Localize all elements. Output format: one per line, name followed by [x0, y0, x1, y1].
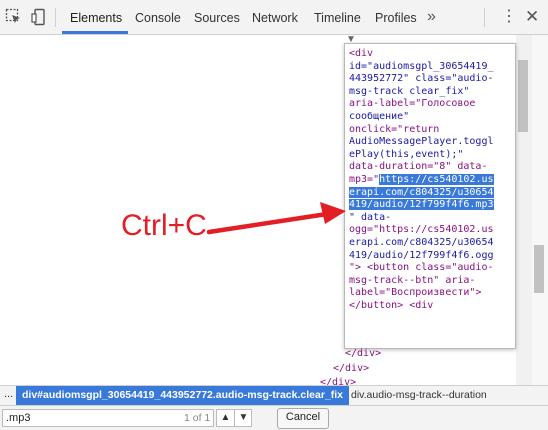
- search-bar: .mp3 1 of 1 ▲ ▼ Cancel: [0, 405, 548, 430]
- tab-timeline[interactable]: Timeline: [314, 11, 361, 25]
- search-input[interactable]: .mp3: [2, 409, 214, 427]
- more-options-icon[interactable]: ⋮: [501, 9, 517, 25]
- breadcrumb-item[interactable]: div.audio-msg-track--duration: [351, 386, 487, 405]
- breadcrumb-overflow[interactable]: ...: [4, 388, 13, 400]
- previous-match-button[interactable]: ▲: [217, 410, 234, 426]
- annotation-label: Ctrl+C: [121, 209, 207, 242]
- tab-elements[interactable]: Elements: [70, 11, 122, 25]
- code-line: ogg="https://cs540102.us: [349, 224, 494, 236]
- code-line: ePlay(this,event);": [349, 148, 464, 160]
- search-nav-group: ▲ ▼: [216, 409, 252, 427]
- code-line: aria-label="Голосовое: [349, 98, 476, 110]
- breadcrumb-item-active[interactable]: div#audiomsgpl_30654419_443952772.audio-…: [16, 386, 350, 405]
- code-line: " data-: [349, 211, 392, 223]
- next-match-button[interactable]: ▼: [234, 410, 252, 426]
- code-line: </div>: [333, 363, 370, 374]
- cancel-button[interactable]: Cancel: [277, 408, 329, 429]
- selected-code-line: erapi.com/c804325/u30654: [349, 186, 494, 198]
- code-line: 443952772" class="audio-: [349, 73, 494, 85]
- more-tabs-icon[interactable]: »: [427, 8, 436, 26]
- tab-profiles[interactable]: Profiles: [375, 11, 417, 25]
- panel-scrollbar-thumb[interactable]: [518, 60, 528, 132]
- tab-console[interactable]: Console: [135, 11, 181, 25]
- device-mode-icon[interactable]: [30, 8, 48, 26]
- toolbar-divider: [484, 8, 485, 27]
- code-line: id="audiomsgpl_30654419_: [349, 60, 494, 72]
- code-line: onclick="return: [349, 123, 440, 135]
- devtools-toolbar: Elements Console Sources Network Timelin…: [0, 0, 548, 35]
- code-line: msg-track clear_fix": [349, 85, 470, 97]
- code-line: 419/audio/12f799f4f6.ogg: [349, 249, 494, 261]
- inspect-element-icon[interactable]: [5, 8, 23, 26]
- code-line: </button> <div: [349, 299, 434, 311]
- code-line: data-duration="8" data-: [349, 161, 488, 173]
- outer-scrollbar-thumb[interactable]: [534, 245, 544, 293]
- close-devtools-icon[interactable]: ✕: [525, 7, 539, 27]
- selected-code-line: mp3="https://cs540102.us: [349, 173, 494, 185]
- tab-sources[interactable]: Sources: [194, 11, 240, 25]
- match-count: 1 of 1: [184, 412, 211, 424]
- code-line: erapi.com/c804325/u30654: [349, 236, 494, 248]
- active-tab-indicator: [62, 31, 128, 34]
- html-code-text[interactable]: <div id="audiomsgpl_30654419_ 443952772"…: [349, 48, 513, 312]
- annotation-arrow-icon: [206, 202, 346, 235]
- code-line: "> <button class="audio-: [349, 262, 494, 274]
- code-line: AudioMessagePlayer.toggl: [349, 136, 494, 148]
- outer-scrollbar-track[interactable]: [532, 35, 548, 385]
- tab-network[interactable]: Network: [252, 11, 298, 25]
- code-line: label="Воспроизвести">: [349, 287, 482, 299]
- code-fragment: mp3=": [349, 173, 380, 185]
- toolbar-divider: [55, 8, 56, 27]
- code-line: </div>: [345, 348, 382, 359]
- code-line: msg-track--btn" aria-: [349, 274, 476, 286]
- code-line: сообщение": [349, 110, 410, 122]
- breadcrumb: ... div#audiomsgpl_30654419_443952772.au…: [0, 385, 548, 405]
- selected-code-line: 419/audio/12f799f4f6.mp3: [349, 199, 494, 211]
- code-line: <div: [349, 48, 374, 59]
- html-code-popup: <div id="audiomsgpl_30654419_ 443952772"…: [344, 43, 516, 349]
- selected-url-fragment: https://cs540102.us: [379, 173, 494, 185]
